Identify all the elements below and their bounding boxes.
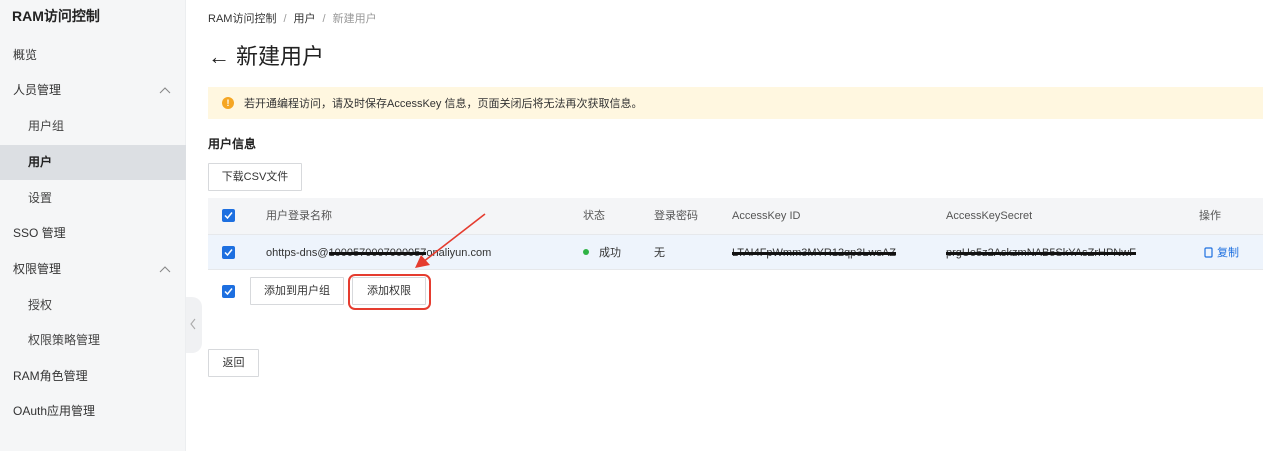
sidebar-title: RAM访问控制 [12, 8, 100, 24]
warning-icon: ! [222, 97, 234, 109]
sidebar-item-label: RAM角色管理 [13, 369, 88, 383]
breadcrumb-item-current: 新建用户 [332, 13, 377, 25]
login-name-prefix: ohttps-dns@ [266, 247, 329, 259]
add-to-group-button[interactable]: 添加到用户组 [250, 277, 344, 305]
status-dot [583, 249, 589, 256]
redacted-accesskey-secret: prgUe5z2AskzmNAB5SkYAsZrHPNwF [946, 247, 1136, 259]
main-content: RAM访问控制 / 用户 / 新建用户 ← 新建用户 ! 若开通编程访问，请及时保存Ac… [208, 0, 1280, 451]
annotation-highlight-box [348, 274, 431, 310]
sidebar-item-label: OAuth应用管理 [13, 404, 96, 418]
copy-icon [1204, 246, 1217, 259]
sidebar-item-user-groups[interactable]: 用户组 [0, 109, 186, 144]
status-cell: 成功 [583, 235, 621, 271]
sidebar-item-sso[interactable]: SSO 管理 [0, 216, 186, 251]
accesskey-secret-cell: prgUe5z2AskzmNAB5SkYAsZrHPNwF [946, 235, 1146, 271]
sidebar-item-label: 用户组 [28, 119, 65, 133]
breadcrumb-separator: / [322, 13, 326, 25]
annotation-arrow [415, 213, 486, 268]
sidebar-item-authorization[interactable]: 授权 [0, 288, 186, 323]
table-row: ohttps-dns@1000570007000057onaliyun.com … [208, 234, 1263, 270]
sidebar-item-label: 概览 [13, 48, 38, 62]
breadcrumb-item-users[interactable]: 用户 [294, 13, 316, 25]
user-table: 用户登录名称 状态 登录密码 AccessKey ID AccessKeySec… [208, 198, 1263, 270]
sidebar-item-label: SSO 管理 [13, 226, 66, 240]
sidebar-item-permission-management[interactable]: 权限管理 [0, 252, 186, 287]
sidebar-item-users[interactable]: 用户 [0, 145, 186, 180]
select-all-checkbox[interactable] [222, 209, 235, 222]
column-header-password: 登录密码 [654, 210, 698, 222]
column-header-accesskey-id: AccessKey ID [732, 210, 801, 222]
sidebar: RAM访问控制 概览 人员管理 用户组 用户 设置 SSO 管理 权限管理 授权… [0, 0, 186, 451]
alert-text: 若开通编程访问，请及时保存AccessKey 信息，页面关闭后将无法再次获取信息… [244, 98, 643, 110]
row-checkbox[interactable] [222, 246, 235, 259]
sidebar-item-label: 授权 [28, 298, 53, 312]
breadcrumb-separator: / [283, 13, 287, 25]
sidebar-item-label: 人员管理 [13, 83, 62, 97]
copy-label: 复制 [1217, 247, 1239, 259]
sidebar-item-label: 设置 [28, 191, 53, 205]
table-header: 用户登录名称 状态 登录密码 AccessKey ID AccessKeySec… [208, 198, 1263, 234]
accesskey-id-cell: LTAI4FpWmm3MYR12qp3LwsAZ [732, 235, 932, 271]
breadcrumb: RAM访问控制 / 用户 / 新建用户 [208, 10, 377, 26]
column-header-status: 状态 [583, 210, 605, 222]
sidebar-item-label: 用户 [28, 155, 53, 169]
sidebar-item-oauth-apps[interactable]: OAuth应用管理 [0, 394, 186, 429]
status-text: 成功 [599, 247, 621, 259]
sidebar-item-policies[interactable]: 权限策略管理 [0, 323, 186, 358]
back-arrow-icon[interactable]: ← [208, 40, 230, 74]
sidebar-item-overview[interactable]: 概览 [0, 38, 186, 73]
page-header: ← 新建用户 [208, 40, 324, 74]
section-title: 用户信息 [208, 137, 257, 151]
sidebar-item-people-management[interactable]: 人员管理 [0, 73, 186, 108]
chevron-up-icon [158, 252, 172, 287]
return-button[interactable]: 返回 [208, 349, 259, 377]
bulk-select-checkbox[interactable] [222, 285, 235, 298]
password-cell: 无 [654, 247, 665, 259]
chevron-up-icon [158, 73, 172, 108]
sidebar-collapse-toggle[interactable] [186, 297, 202, 353]
download-csv-button[interactable]: 下载CSV文件 [208, 163, 302, 191]
copy-link[interactable]: 复制 [1204, 235, 1239, 271]
column-header-accesskey-secret: AccessKeySecret [946, 210, 1033, 222]
sidebar-item-settings[interactable]: 设置 [0, 181, 186, 216]
sidebar-item-label: 权限管理 [13, 262, 62, 276]
sidebar-item-label: 权限策略管理 [28, 333, 101, 347]
sidebar-item-ram-roles[interactable]: RAM角色管理 [0, 359, 186, 394]
warning-alert: ! 若开通编程访问，请及时保存AccessKey 信息，页面关闭后将无法再次获取… [208, 87, 1263, 119]
column-header-actions: 操作 [1199, 210, 1221, 222]
page-title: 新建用户 [236, 44, 325, 69]
column-header-login: 用户登录名称 [266, 210, 332, 222]
redacted-accesskey-id: LTAI4FpWmm3MYR12qp3LwsAZ [732, 247, 897, 259]
breadcrumb-item-ram[interactable]: RAM访问控制 [208, 13, 276, 25]
